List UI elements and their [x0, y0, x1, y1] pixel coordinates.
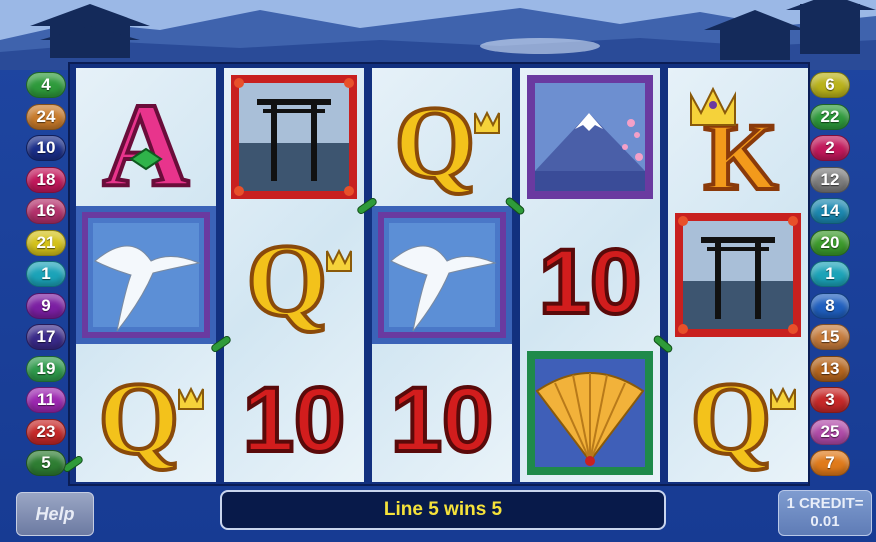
payline-badge-right[interactable]: 20 — [810, 229, 850, 256]
payline-badge-right[interactable]: 25 — [810, 418, 850, 445]
symbol-queen: Q — [224, 206, 364, 344]
symbol-fan — [520, 344, 660, 482]
mountain-lake-scenery — [0, 0, 876, 70]
svg-text:10: 10 — [391, 369, 493, 471]
payline-badge-left[interactable]: 10 — [26, 135, 66, 161]
svg-text:Q: Q — [247, 223, 328, 338]
symbol-bird — [372, 206, 512, 344]
svg-text:Q: Q — [99, 361, 180, 476]
svg-text:Q: Q — [395, 85, 476, 200]
reel-3: Q 10 — [372, 68, 512, 482]
payline-badge-left[interactable]: 5 — [26, 450, 66, 476]
payline-badge-right[interactable]: 1 — [810, 261, 850, 287]
payline-badge-left[interactable]: 4 — [26, 72, 66, 98]
payline-badge-right[interactable]: 14 — [810, 198, 850, 224]
symbol-king: K — [668, 68, 808, 206]
payline-badge-right[interactable]: 6 — [810, 72, 850, 98]
payline-badge-left[interactable]: 21 — [26, 229, 66, 256]
payline-badge-left[interactable]: 19 — [26, 355, 66, 382]
reel-5: K Q — [668, 68, 808, 482]
payline-badge-right[interactable]: 15 — [810, 324, 850, 350]
payline-badge-left[interactable]: 9 — [26, 292, 66, 319]
payline-badge-left[interactable]: 17 — [26, 324, 66, 350]
svg-text:10: 10 — [243, 369, 345, 471]
symbol-ten: 10 — [372, 344, 512, 482]
symbol-queen: Q — [668, 344, 808, 482]
symbol-queen: Q — [372, 68, 512, 206]
payline-badge-left[interactable]: 11 — [26, 387, 66, 413]
symbol-ten: 10 — [520, 206, 660, 344]
payline-badge-left[interactable]: 23 — [26, 418, 66, 445]
payline-badge-right[interactable]: 8 — [810, 292, 850, 319]
payline-badge-right[interactable]: 22 — [810, 103, 850, 130]
payline-badge-left[interactable]: 18 — [26, 166, 66, 193]
svg-text:A: A — [103, 78, 190, 201]
credit-value: 0.01 — [810, 513, 840, 530]
credit-denomination[interactable]: 1 CREDIT= 0.01 — [778, 490, 872, 536]
reel-4: 10 — [520, 68, 660, 482]
credit-label: 1 CREDIT= — [786, 495, 864, 512]
payline-badge-left[interactable]: 24 — [26, 103, 66, 130]
payline-badge-right[interactable]: 2 — [810, 135, 850, 161]
payline-badge-left[interactable]: 16 — [26, 198, 66, 224]
symbol-ten: 10 — [224, 344, 364, 482]
payline-badge-right[interactable]: 13 — [810, 355, 850, 382]
payline-badge-left[interactable]: 1 — [26, 261, 66, 287]
symbol-ace: A — [76, 68, 216, 206]
symbol-bird — [76, 206, 216, 344]
reel-2: Q 10 — [224, 68, 364, 482]
symbol-torii-gate — [668, 206, 808, 344]
symbol-queen: Q — [76, 344, 216, 482]
payline-badge-right[interactable]: 12 — [810, 166, 850, 193]
payline-badge-right[interactable]: 3 — [810, 387, 850, 413]
payline-badge-right[interactable]: 7 — [810, 450, 850, 476]
svg-text:Q: Q — [691, 361, 772, 476]
svg-text:10: 10 — [539, 231, 641, 333]
symbol-mount-fuji — [520, 68, 660, 206]
help-button[interactable]: Help — [16, 492, 94, 536]
win-status-message: Line 5 wins 5 — [220, 490, 666, 530]
reel-1: A Q — [76, 68, 216, 482]
symbol-torii-gate — [224, 68, 364, 206]
